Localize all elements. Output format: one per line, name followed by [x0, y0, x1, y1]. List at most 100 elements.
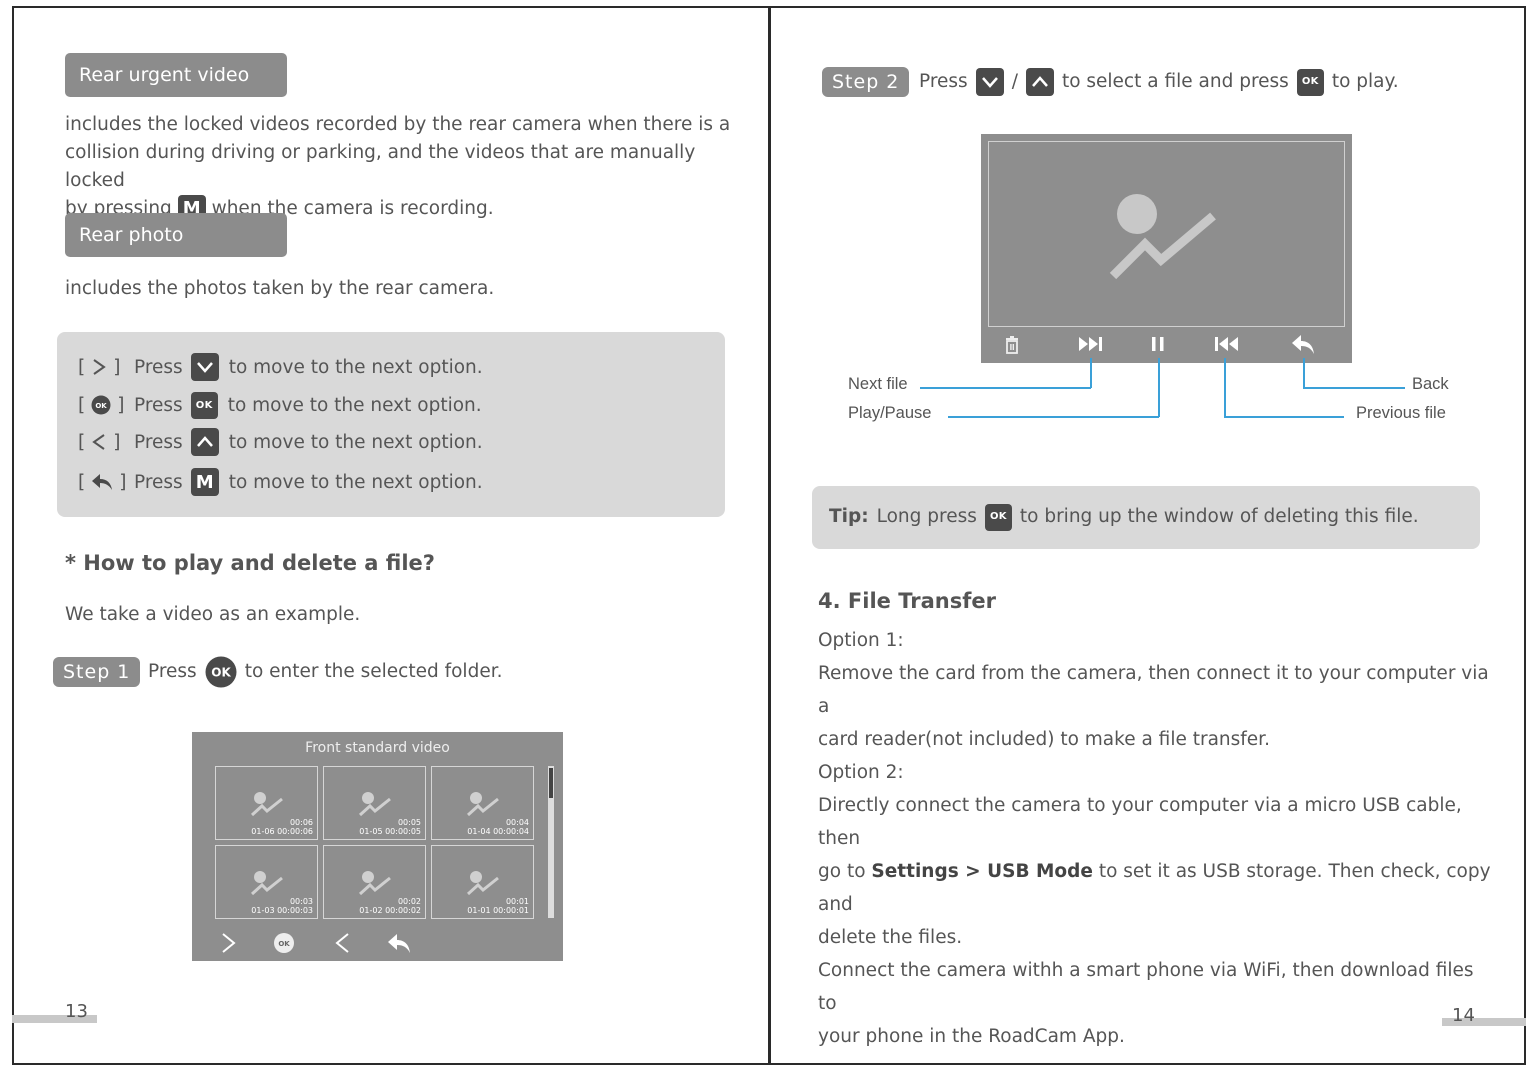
video-frame: [988, 141, 1345, 327]
m-key-icon: M: [190, 468, 219, 496]
ok-screen-icon[interactable]: OK: [273, 932, 295, 954]
tip-label: Tip:: [829, 506, 869, 527]
thumbnail-duration: 00:01: [505, 897, 529, 906]
bracket-open: [: [78, 394, 86, 416]
right-arrow-icon: [93, 359, 106, 375]
callout-line-next-file-v: [1090, 358, 1092, 388]
next-file-icon[interactable]: [1078, 335, 1104, 353]
svg-text:OK: OK: [96, 402, 108, 410]
step-1-badge: Step 1: [53, 657, 141, 687]
image-placeholder-icon: [358, 792, 391, 817]
callout-line-previous-file: [1224, 416, 1344, 418]
option-2-label: Option 2:: [818, 762, 904, 783]
bracket-close: ]: [113, 431, 121, 453]
ok-circle-icon: OK: [91, 395, 111, 415]
video-thumbnail[interactable]: 00:06 01-06 00:00:06: [215, 766, 318, 840]
option-2-line-2: go to Settings > USB Mode to set it as U…: [818, 855, 1498, 921]
back-icon[interactable]: [1290, 333, 1316, 355]
option-bracket: [ ]: [78, 357, 134, 378]
down-key-icon: [975, 68, 1004, 96]
ok-key-icon: OK: [190, 391, 218, 419]
step-1-instruction: Press OK to enter the selected folder.: [148, 656, 503, 688]
option-message: to move to the next option.: [227, 394, 482, 416]
option-2-line-5: your phone in the RoadCam App.: [818, 1026, 1125, 1047]
step-2-text-a: to select a file and press: [1061, 71, 1289, 92]
callout-line-back: [1303, 387, 1405, 389]
previous-icon[interactable]: [333, 932, 351, 954]
option-2-line-4: Connect the camera withh a smart phone v…: [818, 960, 1474, 1014]
thumbnail-timestamp: 01-02 00:00:02: [359, 906, 421, 915]
image-placeholder-icon: [250, 871, 283, 896]
option-bracket: [ ]: [78, 472, 134, 493]
svg-text:OK: OK: [211, 666, 231, 680]
option-1-label: Option 1:: [818, 630, 904, 651]
bracket-open: [: [78, 471, 86, 493]
thumbnail-duration: 00:05: [397, 818, 421, 827]
thumbnail-duration: 00:03: [289, 897, 313, 906]
page-number-left: 13: [65, 1001, 88, 1022]
thumbnail-timestamp: 01-04 00:00:04: [467, 827, 529, 836]
callout-line-play-pause-v: [1158, 358, 1160, 417]
rear-urgent-video-label-text: Rear urgent video: [79, 64, 250, 86]
file-transfer-body: Option 1: Remove the card from the camer…: [818, 624, 1498, 1053]
playback-screen: [981, 134, 1352, 363]
ok-key-icon: OK: [1296, 68, 1324, 96]
callout-previous-file: Previous file: [1356, 404, 1446, 422]
back-screen-icon[interactable]: [386, 932, 412, 954]
settings-usb-mode-path: Settings > USB Mode: [871, 861, 1093, 882]
option-message: to move to the next option.: [228, 431, 483, 453]
step-2-instruction: Press / to select a file and press OK to…: [919, 67, 1399, 97]
callout-play-pause: Play/Pause: [848, 404, 932, 422]
left-arrow-icon: [92, 434, 105, 450]
svg-text:OK: OK: [278, 940, 290, 948]
file-transfer-heading: 4. File Transfer: [818, 589, 996, 613]
screen-scrollbar-thumb[interactable]: [549, 768, 553, 798]
rear-photo-description: includes the photos taken by the rear ca…: [65, 278, 495, 299]
option-1-line-2: card reader(not included) to make a file…: [818, 729, 1270, 750]
press-text: Press: [134, 356, 183, 378]
video-thumbnail[interactable]: 00:05 01-05 00:00:05: [323, 766, 426, 840]
page-divider: [768, 6, 771, 1065]
tip-text-a: Long press: [876, 506, 977, 527]
image-placeholder-icon: [358, 871, 391, 896]
up-key-icon: [1025, 68, 1054, 96]
delete-icon[interactable]: [1004, 335, 1020, 355]
thumbnail-timestamp: 01-06 00:00:06: [251, 827, 313, 836]
press-text: Press: [134, 471, 183, 493]
previous-file-icon[interactable]: [1213, 335, 1239, 353]
callout-line-previous-v: [1224, 358, 1226, 417]
video-thumbnail[interactable]: 00:02 01-02 00:00:02: [323, 845, 426, 919]
down-key-icon: [190, 353, 219, 381]
tip-text: Tip: Long press OK to bring up the windo…: [829, 502, 1419, 532]
pause-icon[interactable]: [1150, 335, 1166, 353]
rear-urgent-line-2: collision during driving or parking, and…: [65, 142, 696, 191]
up-key-icon: [190, 428, 219, 456]
example-text: We take a video as an example.: [65, 604, 361, 625]
video-thumbnail[interactable]: 00:03 01-03 00:00:03: [215, 845, 318, 919]
next-icon[interactable]: [220, 932, 238, 954]
image-placeholder-icon: [1109, 194, 1216, 280]
option-2-line-2a: go to: [818, 861, 866, 882]
rear-photo-label-text: Rear photo: [79, 224, 184, 246]
option-row-next: [ ] Press to move to the next option.: [78, 352, 483, 382]
ok-key-icon: OK: [984, 503, 1012, 531]
video-thumbnail[interactable]: 00:01 01-01 00:00:01: [431, 845, 534, 919]
tip-text-b: to bring up the window of deleting this …: [1019, 506, 1419, 527]
callout-line-play-pause: [948, 416, 1159, 418]
video-thumbnail[interactable]: 00:04 01-04 00:00:04: [431, 766, 534, 840]
step-2-press: Press: [919, 71, 968, 92]
option-message: to move to the next option.: [228, 471, 483, 493]
option-row-back: [ ] Press M to move to the next option.: [78, 467, 483, 497]
press-text: Press: [134, 431, 183, 453]
option-2-line-1: Directly connect the camera to your comp…: [818, 795, 1462, 849]
thumbnail-timestamp: 01-03 00:00:03: [251, 906, 313, 915]
rear-urgent-video-label: Rear urgent video: [65, 53, 287, 97]
thumbnail-timestamp: 01-05 00:00:05: [359, 827, 421, 836]
bracket-close: ]: [119, 471, 127, 493]
image-placeholder-icon: [250, 792, 283, 817]
image-placeholder-icon: [466, 792, 499, 817]
option-bracket: [ OK ]: [78, 395, 134, 416]
step-1-text: to enter the selected folder.: [244, 661, 503, 682]
thumbnail-duration: 00:02: [397, 897, 421, 906]
image-placeholder-icon: [466, 871, 499, 896]
